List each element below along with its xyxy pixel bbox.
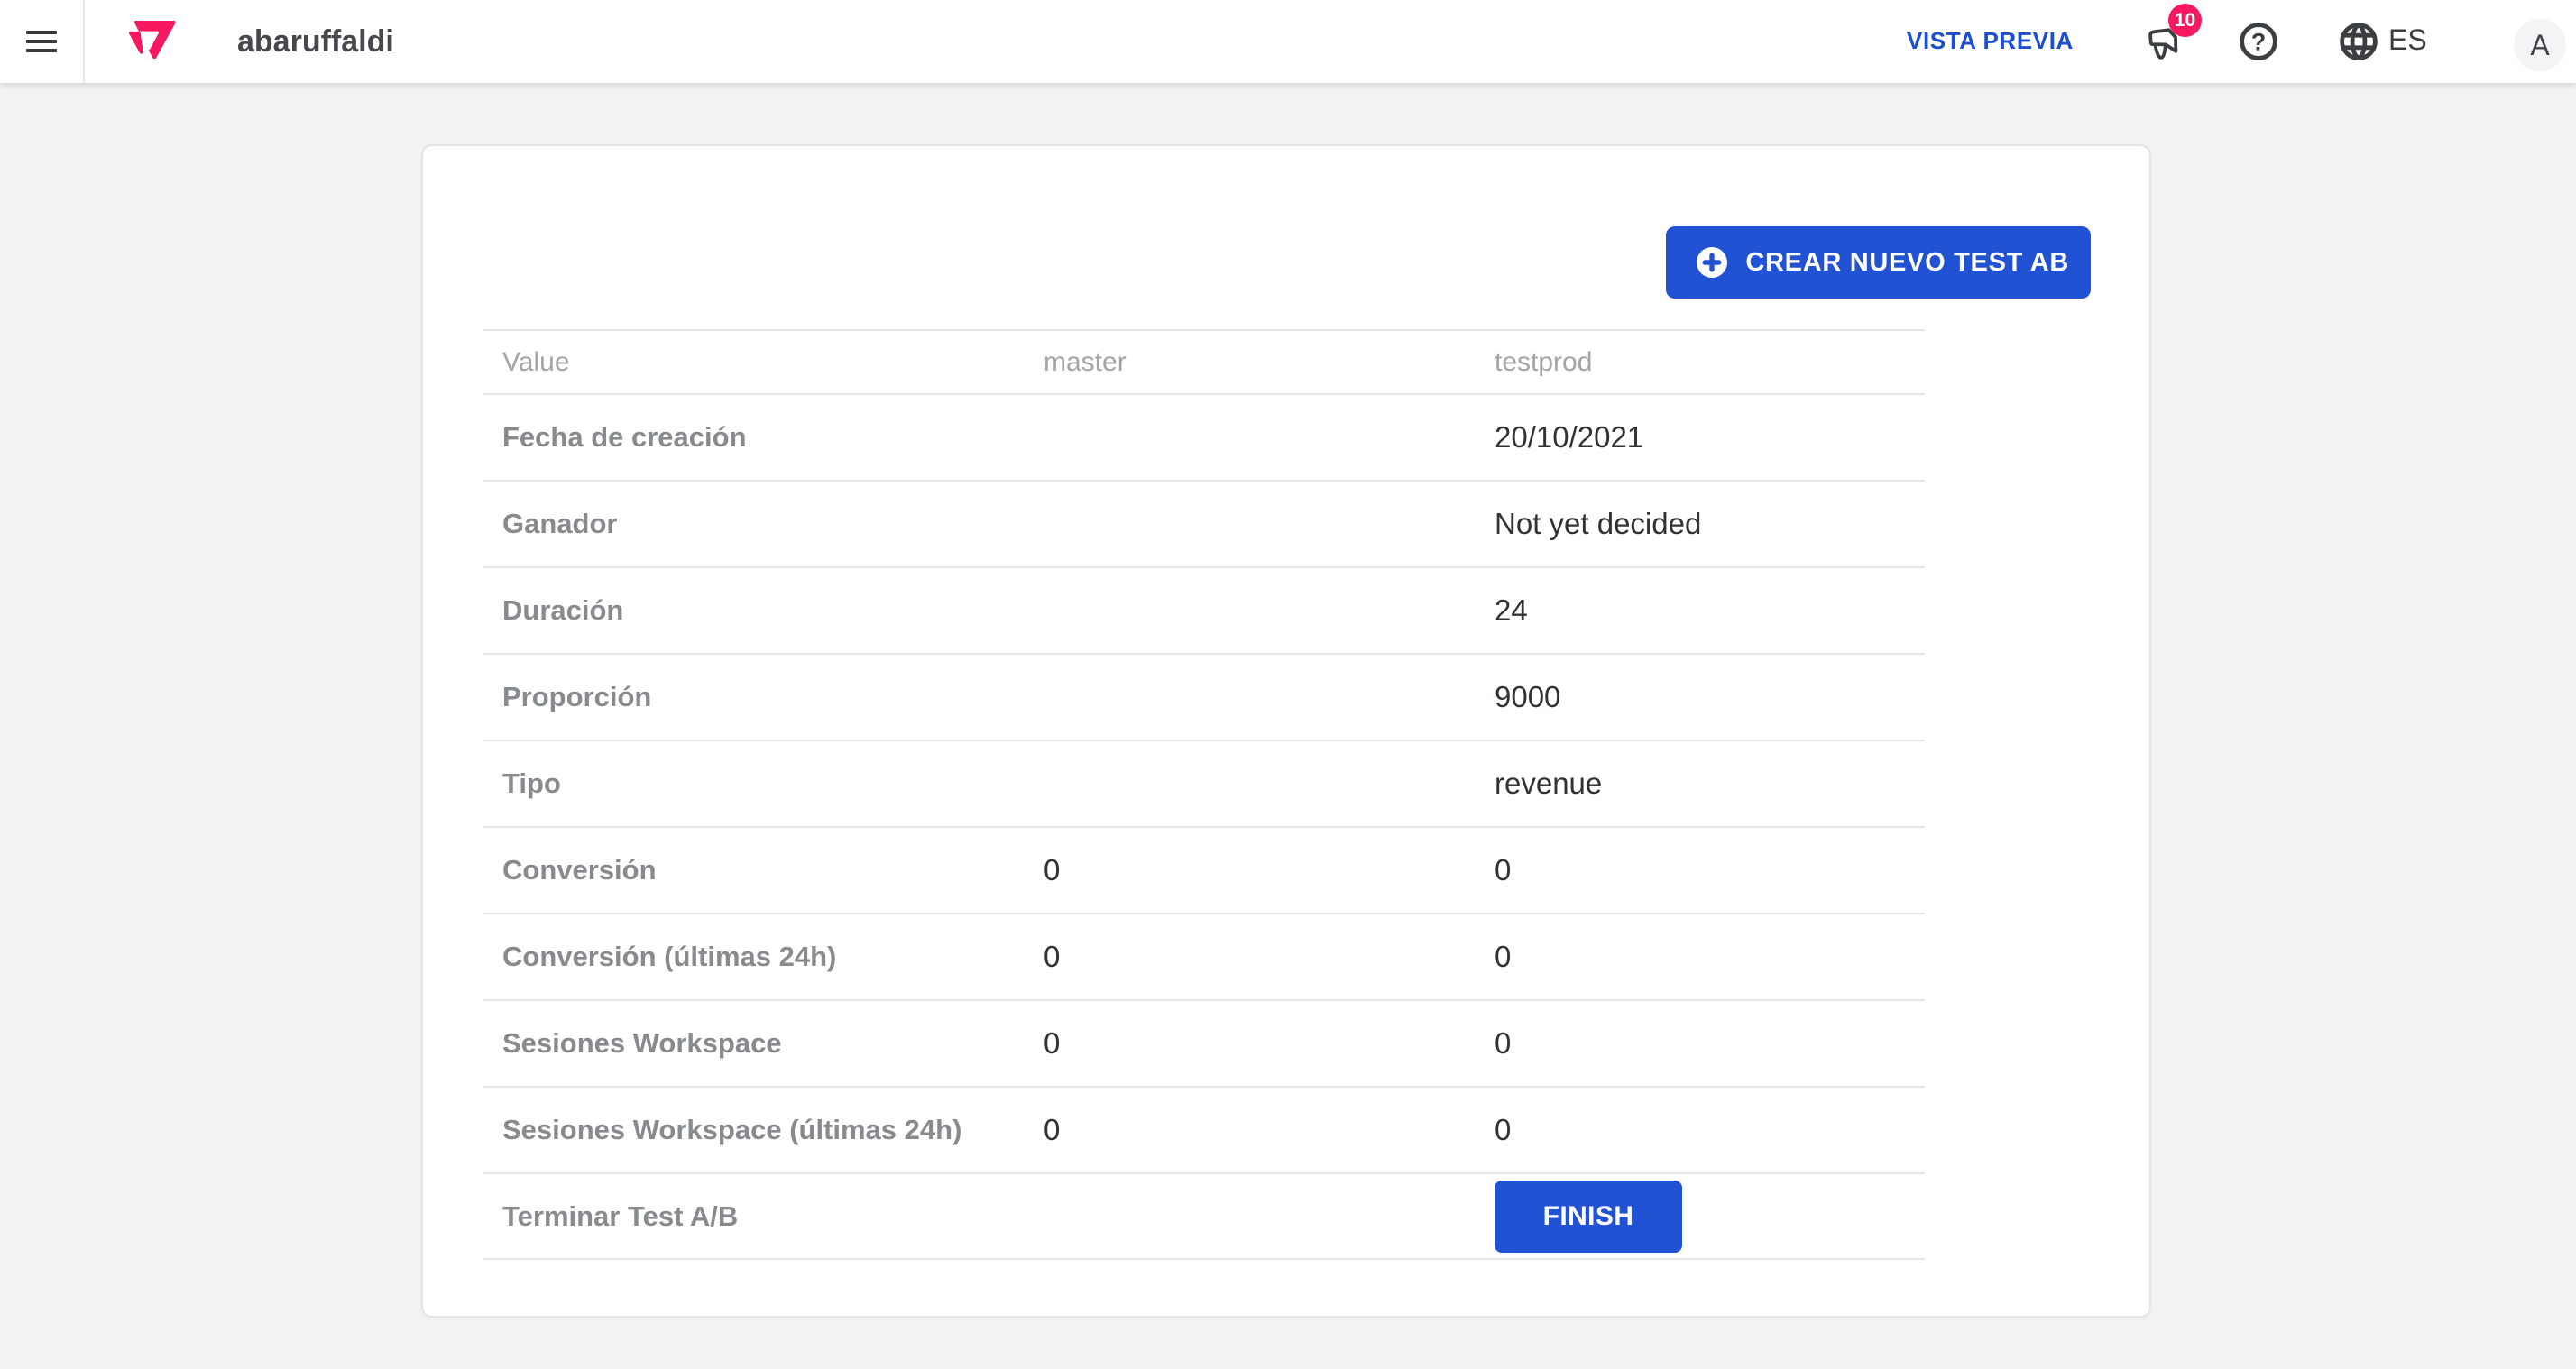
svg-text:?: ? bbox=[2251, 29, 2267, 56]
